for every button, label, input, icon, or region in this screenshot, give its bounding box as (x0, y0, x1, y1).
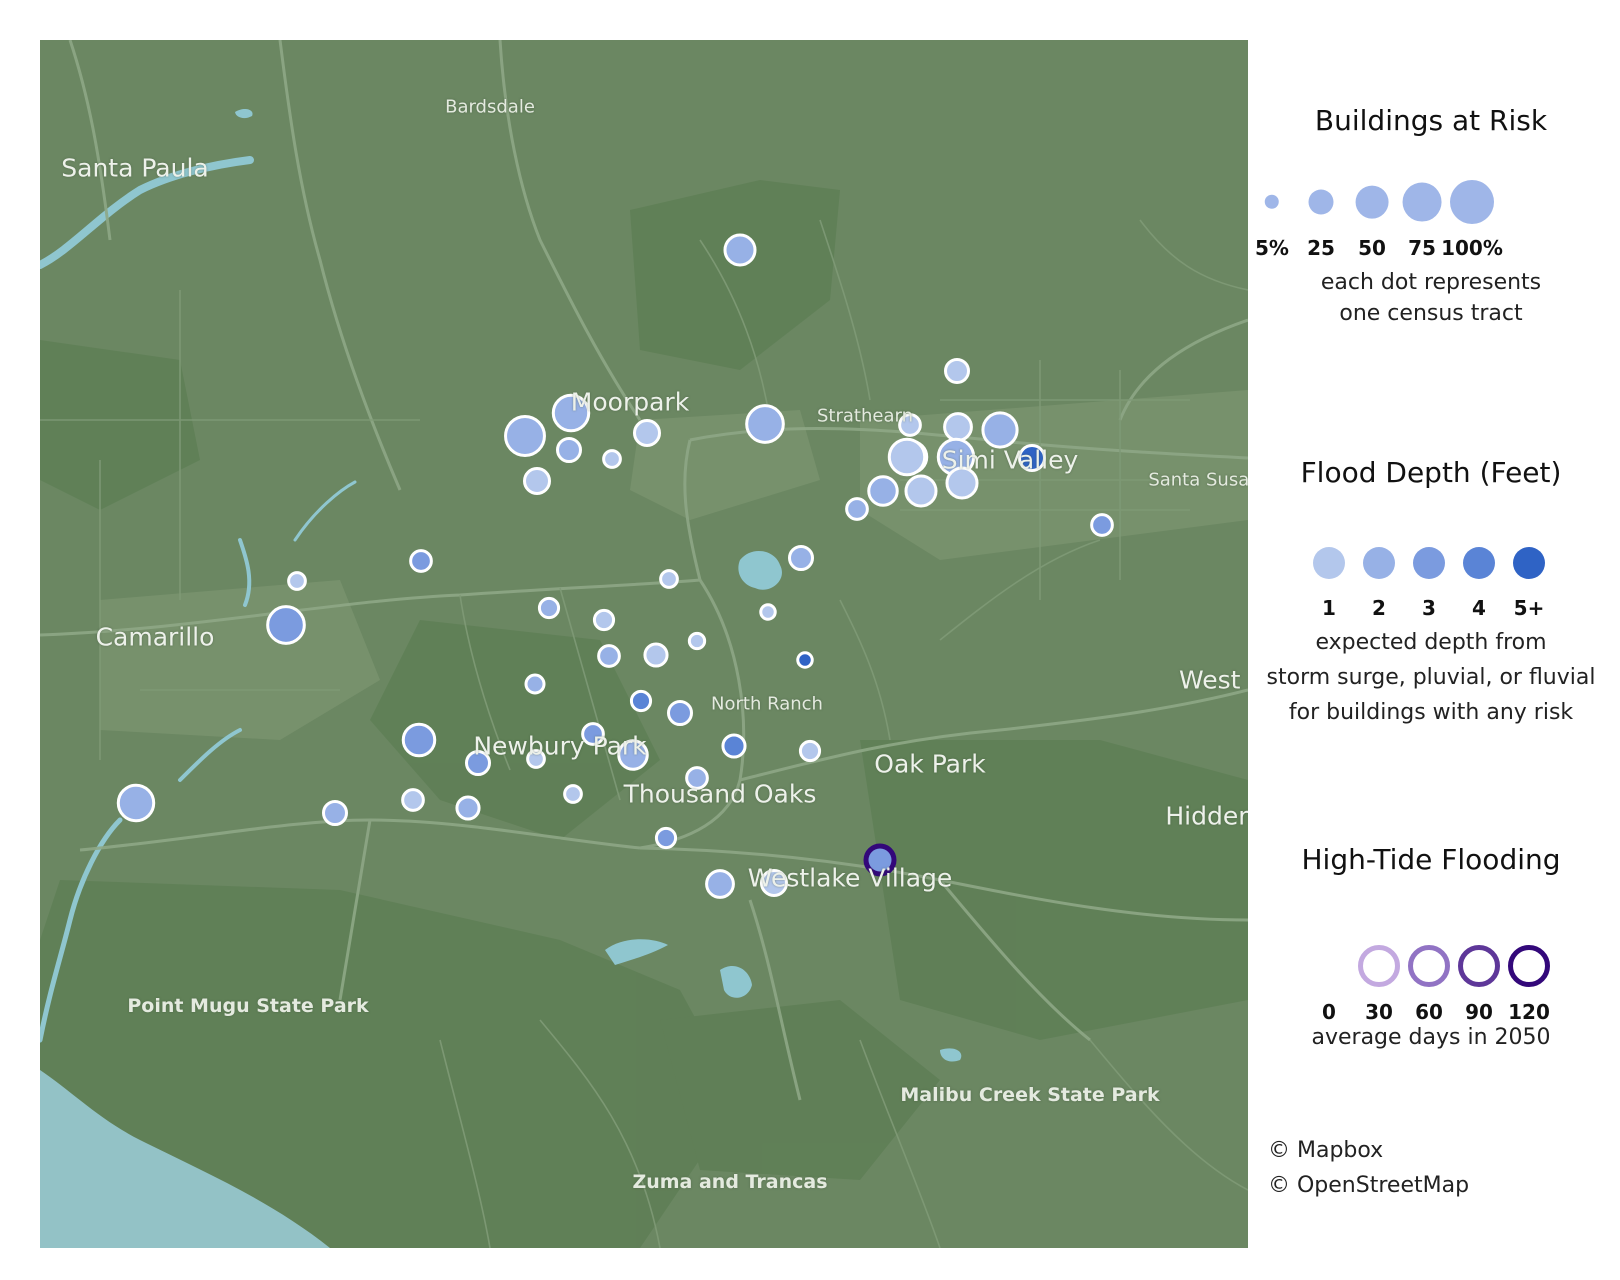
census-tract-dot[interactable] (796, 651, 814, 669)
size-legend-tick: 100% (1441, 236, 1503, 260)
tide-legend-caption: average days in 2050 (1311, 1025, 1551, 1050)
tide-legend-ring (1408, 945, 1450, 987)
census-tract-dot[interactable] (401, 722, 437, 758)
census-tract-dot[interactable] (401, 788, 425, 812)
census-tract-dot[interactable] (563, 784, 583, 804)
census-tract-dot[interactable] (597, 644, 621, 668)
depth-legend-dot (1413, 547, 1445, 579)
census-tract-dot[interactable] (981, 411, 1019, 449)
census-tract-dot[interactable] (654, 826, 678, 850)
census-tract-dot[interactable] (116, 783, 156, 823)
place-label: North Ranch (711, 693, 823, 715)
place-label: Strathearn (817, 405, 913, 427)
tide-legend-ring (1508, 945, 1550, 987)
place-label: Oak Park (874, 749, 986, 779)
census-tract-dot[interactable] (266, 605, 306, 645)
size-legend-dot (1264, 194, 1280, 210)
place-label: Newbury Park (473, 731, 647, 761)
census-tract-dot[interactable] (409, 549, 433, 573)
basemap (40, 40, 1248, 1248)
census-tract-dot[interactable] (602, 449, 622, 469)
depth-legend-caption-1: expected depth from (1315, 630, 1547, 655)
census-tract-dot[interactable] (867, 475, 899, 507)
census-tract-dot[interactable] (633, 419, 661, 447)
tide-legend-ring (1458, 945, 1500, 987)
place-label: Simi Valley (941, 445, 1079, 475)
census-tract-dot[interactable] (455, 795, 481, 821)
place-label: Moorpark (570, 387, 690, 417)
census-tract-dot[interactable] (504, 415, 546, 457)
census-tract-dot[interactable] (705, 869, 735, 899)
depth-legend-dot (1463, 547, 1495, 579)
depth-legend-dot (1363, 547, 1395, 579)
size-legend-dot (1450, 180, 1494, 224)
census-tract-dot[interactable] (659, 569, 679, 589)
census-tract-dot[interactable] (556, 437, 582, 463)
depth-legend-caption-3: for buildings with any risk (1288, 700, 1574, 725)
size-legend-dot (1402, 182, 1442, 222)
census-tract-dot[interactable] (667, 700, 693, 726)
place-label: West Hills (1178, 665, 1248, 695)
census-tract-dot[interactable] (523, 467, 551, 495)
map-canvas[interactable]: Bardsdale Santa Paula Moorpark Strathearn Si… (40, 40, 1248, 1248)
size-legend-dot (1308, 189, 1334, 215)
size-legend-caption-2: one census tract (1339, 301, 1523, 326)
place-label: Thousand Oaks (623, 779, 817, 809)
census-tract-dot[interactable] (845, 497, 869, 521)
place-label: Bardsdale (445, 96, 535, 118)
place-label: Zuma and Trancas (632, 1171, 828, 1193)
census-tract-dot[interactable] (723, 233, 757, 267)
census-tract-dot[interactable] (721, 733, 747, 759)
openstreetmap-attribution[interactable]: © OpenStreetMap (1268, 1173, 1469, 1198)
census-tract-dot[interactable] (643, 642, 669, 668)
legend: Buildings at Risk 5% 25 50 75 100% each dot … (1255, 0, 1600, 1280)
tide-legend-title: High-Tide Flooding (1301, 843, 1561, 876)
depth-legend-dot (1313, 547, 1345, 579)
census-tract-dot[interactable] (524, 673, 546, 695)
depth-legend-dot (1513, 547, 1545, 579)
size-legend-title: Buildings at Risk (1314, 104, 1548, 137)
census-tract-dot[interactable] (798, 739, 822, 763)
census-tract-dot[interactable] (943, 412, 973, 442)
census-tract-dot[interactable] (629, 689, 653, 713)
tide-legend-ring (1358, 945, 1400, 987)
census-tract-dot[interactable] (745, 404, 785, 444)
census-tract-dot[interactable] (322, 800, 348, 826)
place-label: Point Mugu State Park (127, 995, 369, 1017)
size-legend-dot (1355, 185, 1389, 219)
depth-legend-tick: 5+ (1513, 596, 1545, 620)
place-label: Westlake Village (747, 863, 953, 893)
census-tract-dot[interactable] (788, 545, 814, 571)
place-label: Santa Paula (61, 153, 209, 183)
census-tract-dot[interactable] (904, 474, 938, 508)
size-legend-caption-1: each dot represents (1320, 270, 1542, 295)
place-label: Camarillo (95, 622, 215, 652)
depth-legend-caption-2: storm surge, pluvial, or fluvial (1266, 665, 1596, 690)
place-label: Malibu Creek State Park (900, 1084, 1160, 1106)
depth-legend-title: Flood Depth (Feet) (1300, 456, 1562, 489)
census-tract-dot[interactable] (887, 437, 927, 477)
census-tract-dot[interactable] (759, 603, 777, 621)
census-tract-dot[interactable] (944, 358, 970, 384)
census-tract-dot[interactable] (537, 596, 561, 620)
census-tract-dot[interactable] (592, 608, 616, 632)
census-tract-dot[interactable] (1090, 513, 1114, 537)
place-label: Santa Susana (1148, 469, 1248, 491)
tide-legend-ring (1308, 945, 1350, 987)
census-tract-dot[interactable] (687, 631, 707, 651)
place-label: Hidden Hills (1165, 801, 1248, 831)
mapbox-attribution[interactable]: © Mapbox (1268, 1138, 1383, 1163)
census-tract-dot[interactable] (287, 571, 307, 591)
